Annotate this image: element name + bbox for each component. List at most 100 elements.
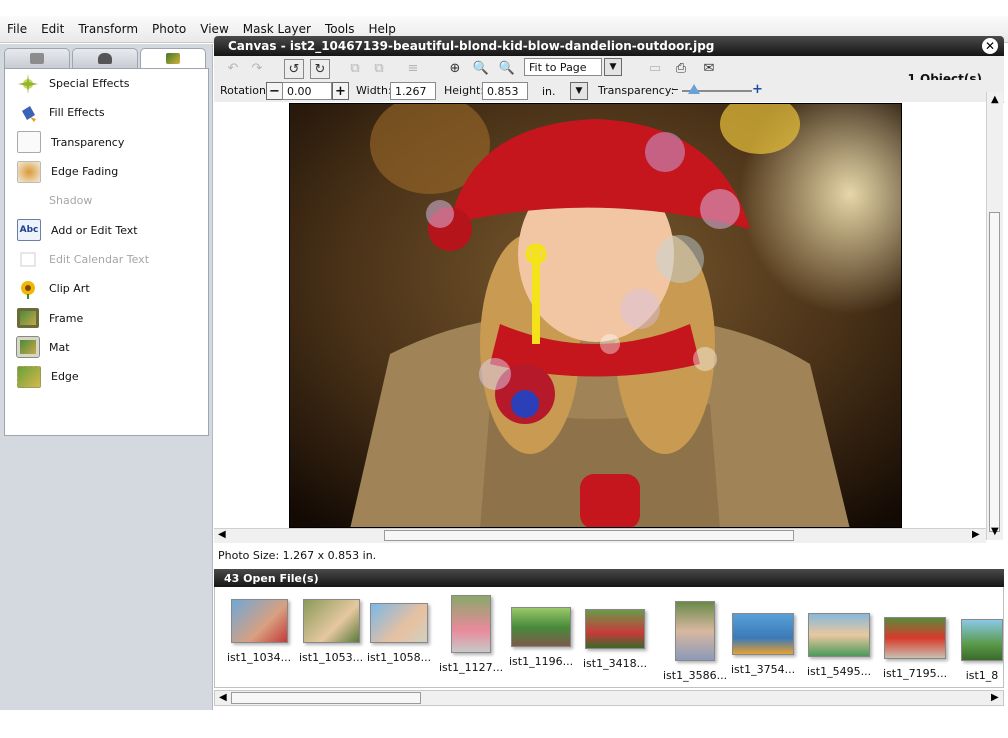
transparency-plus[interactable]: +	[752, 82, 763, 97]
effect-edge-fading[interactable]: Edge Fading	[5, 157, 208, 186]
file-thumb[interactable]: ist1_3754...	[731, 613, 795, 676]
effects-tab-icon	[30, 53, 44, 64]
files-scroll-left-icon[interactable]: ◀	[219, 692, 227, 703]
file-thumbnail-image	[884, 617, 947, 659]
tab-effects[interactable]	[4, 48, 70, 68]
scroll-up-icon[interactable]: ▲	[991, 94, 999, 105]
file-thumb[interactable]: ist1_1058...	[367, 603, 431, 664]
height-input[interactable]: 0.853	[482, 82, 528, 100]
zoom-out-icon[interactable]: 🔍	[498, 59, 516, 77]
effect-mat[interactable]: Mat	[5, 333, 208, 362]
open-files-title-bar: 43 Open File(s)	[214, 569, 1004, 587]
file-name: ist1_1053...	[299, 651, 364, 664]
file-name: ist1_1034...	[227, 651, 292, 664]
vertical-scroll-thumb[interactable]	[989, 212, 1000, 532]
rotate-left-90-icon[interactable]: ↺	[284, 59, 304, 79]
effect-frame[interactable]: Frame	[5, 303, 208, 332]
menu-file[interactable]: File	[0, 22, 34, 36]
align-icon[interactable]: ≡	[404, 59, 422, 77]
bring-forward-icon[interactable]: ⧉	[346, 59, 364, 77]
effect-transparency[interactable]: Transparency	[5, 128, 208, 157]
calendar-text-icon	[17, 249, 39, 269]
email-icon[interactable]: ✉	[700, 59, 718, 77]
effect-label: Clip Art	[49, 282, 90, 296]
mat-icon	[16, 336, 40, 359]
scroll-down-icon[interactable]: ▼	[991, 526, 999, 537]
zoom-in-icon[interactable]: 🔍	[472, 59, 490, 77]
zoom-select[interactable]: Fit to Page	[524, 58, 602, 76]
print-icon[interactable]: ⎙	[672, 59, 690, 77]
transparency-minus[interactable]: –	[672, 82, 679, 97]
file-thumb[interactable]: ist1_1034...	[227, 599, 291, 664]
transparency-icon	[17, 131, 41, 154]
effect-label: Special Effects	[49, 77, 130, 91]
rotation-label: Rotation:	[220, 84, 270, 97]
effect-label: Transparency	[51, 135, 125, 149]
menu-photo[interactable]: Photo	[145, 22, 193, 36]
picture-tab-icon	[166, 53, 180, 64]
undo-icon[interactable]: ↶	[224, 59, 242, 77]
files-horizontal-scrollbar[interactable]: ◀ ▶	[214, 690, 1004, 706]
file-name: ist1_3586...	[663, 669, 728, 682]
file-thumb[interactable]: ist1_1196...	[509, 607, 573, 668]
send-backward-icon[interactable]: ⧉	[370, 59, 388, 77]
paint-bucket-icon	[17, 103, 39, 123]
unit-dropdown-icon[interactable]: ▼	[570, 82, 588, 100]
effect-add-edit-text[interactable]: Abc Add or Edit Text	[5, 215, 208, 244]
scroll-left-icon[interactable]: ◀	[218, 529, 226, 540]
save-icon[interactable]: ▭	[646, 59, 664, 77]
open-files-title: 43 Open File(s)	[224, 571, 319, 585]
horizontal-scroll-thumb[interactable]	[384, 530, 794, 541]
scroll-right-icon[interactable]: ▶	[972, 529, 980, 540]
files-scroll-thumb[interactable]	[231, 692, 421, 704]
file-name: ist1_8	[965, 669, 999, 682]
tab-hat[interactable]	[72, 48, 138, 68]
width-input[interactable]: 1.267	[390, 82, 436, 100]
file-thumb[interactable]: ist1_3418...	[583, 609, 647, 670]
rotate-right-90-icon[interactable]: ↻	[310, 59, 330, 79]
canvas-vertical-scrollbar[interactable]: ▲ ▼	[986, 92, 1003, 540]
rotation-increase-button[interactable]: +	[332, 82, 349, 100]
file-name: ist1_1196...	[509, 655, 574, 668]
rotation-input[interactable]: 0.00	[282, 82, 332, 100]
open-files-pane: ist1_1034... ist1_1053... ist1_1058... i…	[214, 587, 1004, 688]
rotation-decrease-button[interactable]: −	[266, 82, 283, 100]
height-label: Height:	[444, 84, 485, 97]
transparency-slider-thumb[interactable]	[688, 84, 700, 94]
file-thumb[interactable]: ist1_1053...	[299, 599, 363, 664]
effect-special-effects[interactable]: Special Effects	[5, 69, 208, 98]
redo-icon[interactable]: ↷	[248, 59, 266, 77]
close-icon[interactable]: ✕	[982, 38, 998, 54]
file-thumb[interactable]: ist1_1127...	[439, 595, 503, 674]
menu-tools[interactable]: Tools	[318, 22, 362, 36]
menu-help[interactable]: Help	[362, 22, 403, 36]
effect-fill-effects[interactable]: Fill Effects	[5, 98, 208, 127]
edge-icon	[17, 365, 41, 388]
menu-edit[interactable]: Edit	[34, 22, 71, 36]
chevron-down-icon[interactable]: ▼	[604, 58, 622, 76]
tab-picture[interactable]	[140, 48, 206, 68]
file-thumb[interactable]: ist1_3586...	[663, 601, 727, 682]
file-name: ist1_7195...	[883, 667, 948, 680]
shadow-icon	[17, 191, 39, 211]
effect-edit-calendar-text[interactable]: Edit Calendar Text	[5, 245, 208, 274]
canvas-horizontal-scrollbar[interactable]: ◀ ▶	[214, 528, 986, 543]
file-thumb[interactable]: ist1_8	[961, 619, 1003, 682]
edge-fading-icon	[17, 160, 41, 183]
effect-label: Mat	[49, 340, 70, 354]
file-thumbnail-image	[585, 609, 646, 649]
effect-clip-art[interactable]: Clip Art	[5, 274, 208, 303]
files-scroll-right-icon[interactable]: ▶	[991, 692, 999, 703]
file-thumb[interactable]: ist1_7195...	[883, 617, 947, 680]
file-thumb[interactable]: ist1_5495...	[807, 613, 871, 678]
effect-edge[interactable]: Edge	[5, 362, 208, 391]
zoom-fit-icon[interactable]: ⊕	[446, 59, 464, 77]
canvas-photo[interactable]	[289, 103, 902, 528]
unit-select[interactable]: in.	[538, 82, 568, 100]
effect-label: Edge Fading	[51, 165, 119, 179]
menu-transform[interactable]: Transform	[71, 22, 145, 36]
menu-mask-layer[interactable]: Mask Layer	[236, 22, 318, 36]
file-thumbnail-image	[961, 619, 1003, 661]
effect-shadow[interactable]: Shadow	[5, 186, 208, 215]
menu-view[interactable]: View	[193, 22, 235, 36]
